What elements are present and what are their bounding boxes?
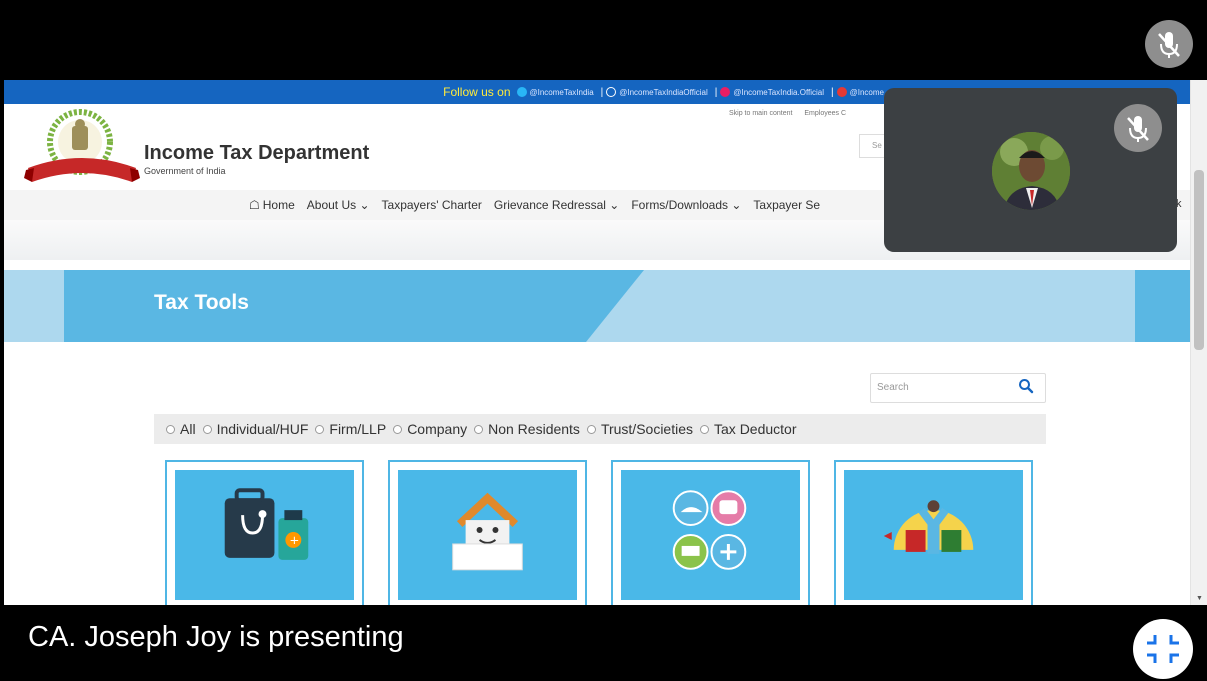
page-title: Tax Tools bbox=[154, 291, 249, 314]
filter-individual-huf[interactable]: Individual/HUF bbox=[202, 421, 309, 437]
radio-icon bbox=[202, 424, 212, 434]
page-banner: Tax Tools bbox=[4, 270, 1196, 342]
svg-text:+: + bbox=[289, 533, 299, 547]
employees-corner-link[interactable]: Employees C bbox=[804, 110, 846, 117]
filter-label: Firm/LLP bbox=[329, 421, 387, 437]
filter-label: Individual/HUF bbox=[216, 421, 309, 437]
graduation-icon bbox=[883, 500, 974, 554]
nav-grievance-redressal[interactable]: Grievance Redressal ⌄ bbox=[494, 198, 619, 212]
filter-firm-llp[interactable]: Firm/LLP bbox=[315, 421, 386, 437]
filter-non-residents[interactable]: Non Residents bbox=[474, 421, 580, 437]
department-emblem-icon[interactable] bbox=[24, 108, 140, 188]
banner-shape bbox=[64, 270, 644, 342]
tool-card-transport[interactable] bbox=[611, 460, 810, 605]
filter-tax-deductor[interactable]: Tax Deductor bbox=[700, 421, 797, 437]
presenter-mic-muted-indicator bbox=[1145, 20, 1193, 68]
nav-forms-downloads[interactable]: Forms/Downloads ⌄ bbox=[631, 198, 741, 212]
social-handle-youtube[interactable]: @Income bbox=[836, 87, 884, 97]
nav-home[interactable]: ☖ Home bbox=[249, 198, 295, 212]
department-title[interactable]: Income Tax Department bbox=[144, 142, 369, 165]
search-icon[interactable] bbox=[1018, 378, 1034, 394]
banner-shape-right bbox=[1135, 270, 1196, 342]
scrollbar-thumb[interactable] bbox=[1194, 170, 1204, 350]
radio-icon bbox=[474, 424, 484, 434]
nav-home-label: Home bbox=[262, 198, 295, 212]
meet-stage: Follow us on @IncomeTaxIndia | @IncomeTa… bbox=[0, 0, 1207, 681]
social-handle-label: @IncomeTaxIndia.Official bbox=[733, 87, 825, 97]
nav-about-us[interactable]: About Us ⌄ bbox=[307, 198, 370, 212]
social-handle-label: @Income bbox=[849, 87, 884, 97]
participant-mic-muted-indicator bbox=[1114, 104, 1162, 152]
mic-off-icon bbox=[1158, 32, 1180, 58]
skip-to-main-link[interactable]: Skip to main content bbox=[729, 110, 792, 117]
social-handle-label: @IncomeTaxIndiaOfficial bbox=[619, 87, 708, 97]
presenting-status-text: CA. Joseph Joy is presenting bbox=[28, 621, 404, 653]
tool-card-education[interactable] bbox=[834, 460, 1033, 605]
home-icon: ☖ bbox=[249, 198, 260, 212]
medical-kit-icon: + bbox=[224, 488, 309, 560]
page-scrollbar[interactable]: ▼ bbox=[1190, 80, 1207, 605]
filter-label: Trust/Societies bbox=[600, 421, 694, 437]
transport-icon bbox=[672, 490, 747, 570]
twitter-icon bbox=[516, 87, 527, 97]
social-handle-facebook[interactable]: @IncomeTaxIndiaOfficial bbox=[606, 87, 708, 97]
social-handle-instagram[interactable]: @IncomeTaxIndia.Official bbox=[720, 87, 824, 97]
filter-label: Company bbox=[407, 421, 468, 437]
participant-tile[interactable] bbox=[884, 88, 1177, 252]
filter-all[interactable]: All bbox=[166, 421, 196, 437]
filter-label: Tax Deductor bbox=[714, 421, 797, 437]
filter-trust-societies[interactable]: Trust/Societies bbox=[586, 421, 694, 437]
person-photo-icon bbox=[992, 132, 1070, 210]
radio-icon bbox=[166, 424, 175, 434]
filter-company[interactable]: Company bbox=[393, 421, 467, 437]
follow-us-label: Follow us on bbox=[443, 85, 511, 99]
nav-taxpayer-services[interactable]: Taxpayer Se bbox=[753, 198, 820, 212]
nav-taxpayers-charter[interactable]: Taxpayers' Charter bbox=[382, 198, 482, 212]
social-handle-twitter[interactable]: @IncomeTaxIndia bbox=[516, 87, 594, 97]
radio-icon bbox=[586, 424, 596, 434]
minimize-presentation-button[interactable] bbox=[1133, 619, 1193, 679]
instagram-icon bbox=[720, 87, 731, 97]
radio-icon bbox=[315, 424, 325, 434]
user-category-filters: All Individual/HUF Firm/LLP Company Non … bbox=[154, 414, 1046, 444]
social-handle-label: @IncomeTaxIndia bbox=[529, 87, 594, 97]
filter-label: Non Residents bbox=[488, 421, 580, 437]
top-links: Skip to main content Employees C bbox=[729, 110, 856, 117]
filter-label: All bbox=[180, 421, 196, 437]
scroll-down-arrow-icon[interactable]: ▼ bbox=[1196, 595, 1203, 602]
youtube-icon bbox=[836, 87, 847, 97]
facebook-icon bbox=[606, 87, 617, 97]
department-subtitle: Government of India bbox=[144, 166, 226, 176]
tool-card-house[interactable] bbox=[388, 460, 587, 605]
collapse-icon bbox=[1147, 635, 1179, 663]
presenting-bar: CA. Joseph Joy is presenting bbox=[0, 605, 1207, 681]
radio-icon bbox=[700, 424, 710, 434]
tool-card-medical[interactable]: + bbox=[165, 460, 364, 605]
mic-off-icon bbox=[1127, 116, 1149, 142]
participant-avatar bbox=[992, 132, 1070, 210]
radio-icon bbox=[393, 424, 403, 434]
house-icon bbox=[452, 492, 523, 571]
